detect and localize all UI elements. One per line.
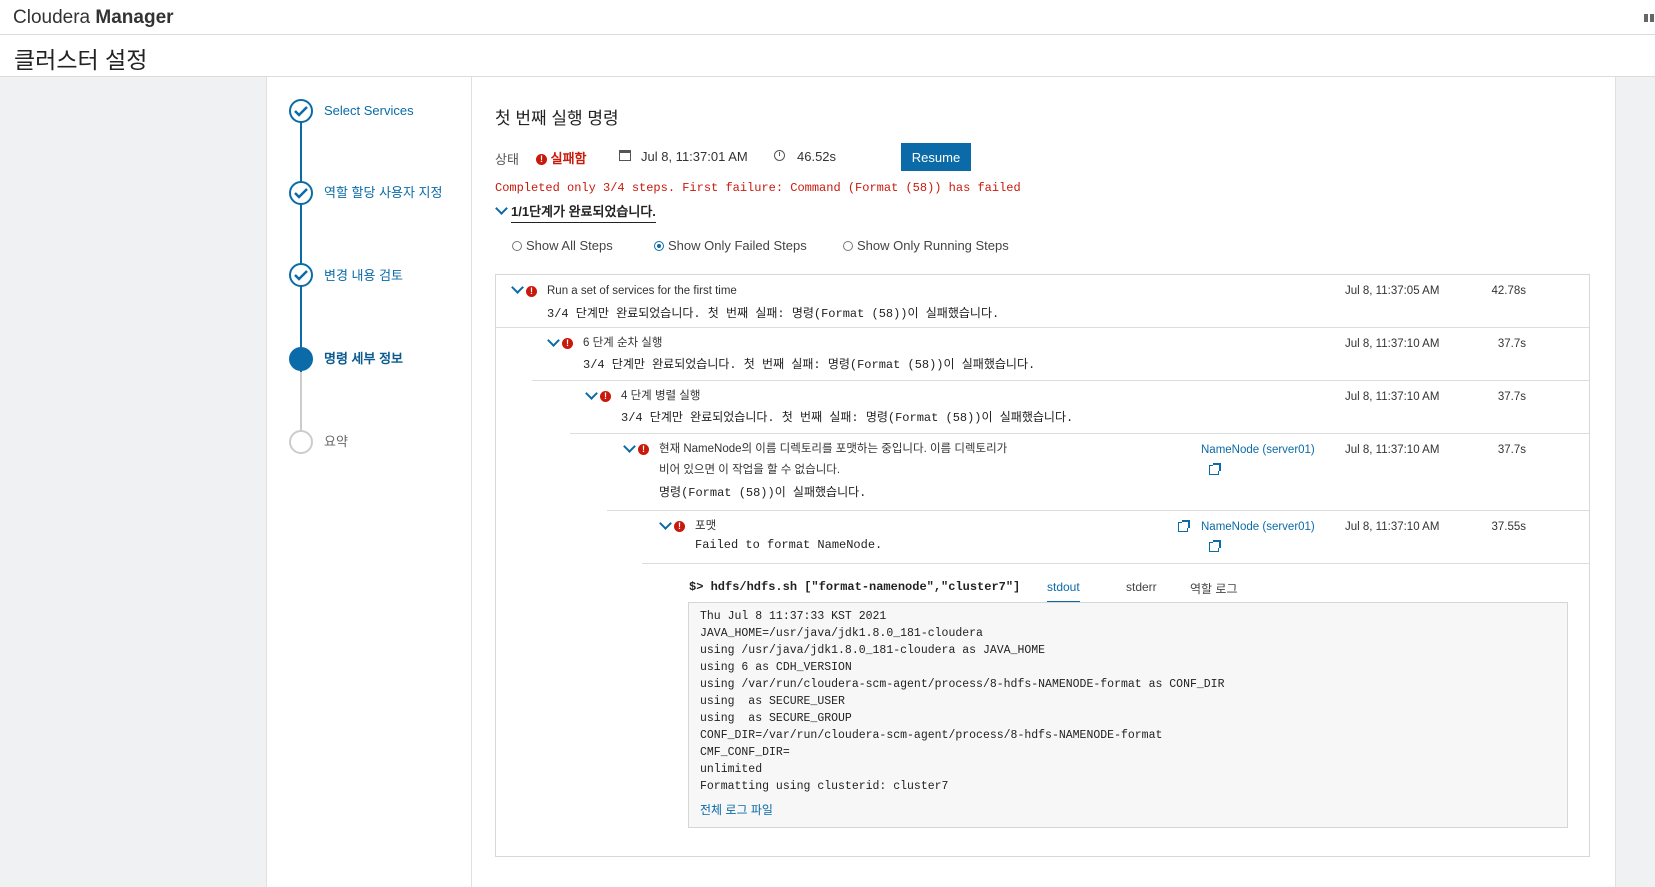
progress-line-pending (300, 372, 302, 434)
log-output: Thu Jul 8 11:37:33 KST 2021 JAVA_HOME=/u… (688, 602, 1568, 828)
chevron-down-icon (495, 202, 508, 215)
error-icon: ! (526, 286, 537, 297)
command-title: 첫 번째 실행 명령 (495, 109, 619, 128)
error-icon: ! (600, 391, 611, 402)
step-detail: 3/4 단계만 완료되었습니다. 첫 번째 실패: 명령(Format (58)… (621, 411, 1074, 425)
filter-running-steps[interactable]: Show Only Running Steps (843, 238, 1009, 253)
clock-icon (774, 150, 785, 161)
step-time: Jul 8, 11:37:10 AM (1345, 444, 1440, 456)
radio-button[interactable] (512, 241, 522, 251)
log-line: using /var/run/cloudera-scm-agent/proces… (700, 678, 1225, 691)
step-title: 6 단계 순차 실행 (583, 337, 663, 349)
command-line: $> hdfs/hdfs.sh ["format-namenode","clus… (689, 580, 1021, 594)
top-navbar: Cloudera Manager (0, 0, 1655, 35)
step-title: 4 단계 병렬 실행 (621, 390, 701, 402)
step-done-icon (289, 99, 313, 123)
log-line: CONF_DIR=/var/run/cloudera-scm-agent/pro… (700, 729, 1163, 742)
error-icon: ! (536, 154, 547, 166)
step-detail: 3/4 단계만 완료되었습니다. 첫 번째 실패: 명령(Format (58)… (547, 307, 1000, 321)
tab-stderr[interactable]: stderr (1126, 580, 1157, 594)
log-line: using /usr/java/jdk1.8.0_181-cloudera as… (700, 644, 1046, 657)
external-link-icon[interactable] (1178, 520, 1190, 532)
brand-logo[interactable]: Cloudera Manager (13, 7, 174, 29)
external-link-icon[interactable] (1209, 463, 1221, 475)
step-detail: 명령(Format (58))이 실패했습니다. (659, 486, 867, 500)
wizard-step-summary: 요약 (324, 434, 348, 449)
step-title: 현재 NameNode의 이름 디렉토리를 포맷하는 중입니다. 이름 디렉토리… (659, 443, 1008, 455)
tab-role-log[interactable]: 역할 로그 (1190, 580, 1238, 597)
full-log-link[interactable]: 전체 로그 파일 (700, 801, 773, 818)
log-line: using as SECURE_GROUP (700, 712, 852, 725)
log-line: using 6 as CDH_VERSION (700, 661, 852, 674)
wizard-sidebar: Select Services 역할 할당 사용자 지정 변경 내용 검토 명령… (266, 77, 472, 887)
calendar-icon (619, 150, 631, 161)
status-label: 상태 (495, 152, 519, 167)
error-icon: ! (562, 338, 573, 349)
step-title: Run a set of services for the first time (547, 285, 737, 297)
error-icon: ! (638, 444, 649, 455)
log-line: unlimited (700, 763, 763, 776)
wizard-step-select-services[interactable]: Select Services (324, 102, 454, 119)
divider (642, 563, 1589, 564)
radio-button-selected[interactable] (654, 241, 664, 251)
step-duration: 37.55s (1491, 521, 1526, 533)
step-row: ! 6 단계 순차 실행 3/4 단계만 완료되었습니다. 첫 번째 실패: 명… (496, 328, 1589, 379)
page-title: 클러스터 설정 (14, 47, 148, 73)
radio-button[interactable] (843, 241, 853, 251)
step-detail: 3/4 단계만 완료되었습니다. 첫 번째 실패: 명령(Format (58)… (583, 358, 1036, 372)
wizard-step-role-assignment[interactable]: 역할 할당 사용자 지정 (324, 184, 454, 201)
start-date: Jul 8, 11:37:01 AM (641, 149, 748, 164)
role-link[interactable]: NameNode (server01) (1201, 444, 1315, 456)
step-done-icon (289, 181, 313, 205)
wizard-step-review-changes[interactable]: 변경 내용 검토 (324, 267, 454, 284)
log-line: JAVA_HOME=/usr/java/jdk1.8.0_181-clouder… (700, 627, 983, 640)
steps-tree: ! Run a set of services for the first ti… (495, 274, 1590, 857)
step-row: ! Run a set of services for the first ti… (496, 275, 1589, 327)
gift-icon[interactable] (1643, 10, 1655, 22)
step-title: 포맷 (695, 520, 717, 532)
step-time: Jul 8, 11:37:10 AM (1345, 521, 1440, 533)
step-row: ! 포맷 Failed to format NameNode. NameNode… (496, 511, 1589, 567)
step-detail: Failed to format NameNode. (695, 538, 883, 552)
role-link[interactable]: NameNode (server01) (1201, 521, 1315, 533)
filter-failed-steps[interactable]: Show Only Failed Steps (654, 238, 807, 253)
step-duration: 37.7s (1497, 338, 1526, 350)
resume-button[interactable]: Resume (901, 143, 971, 171)
chevron-down-icon[interactable] (511, 281, 524, 294)
wizard-step-command-details: 명령 세부 정보 (324, 351, 403, 366)
chevron-down-icon[interactable] (585, 387, 598, 400)
step-row: ! 4 단계 병렬 실행 3/4 단계만 완료되었습니다. 첫 번째 실패: 명… (496, 381, 1589, 432)
step-duration: 42.78s (1491, 285, 1526, 297)
step-done-icon (289, 263, 313, 287)
page-header: 클러스터 설정 (0, 35, 1655, 77)
step-time: Jul 8, 11:37:05 AM (1345, 285, 1440, 297)
step-current-icon (289, 347, 313, 371)
log-line: CMF_CONF_DIR= (700, 746, 790, 759)
step-duration: 37.7s (1497, 444, 1526, 456)
status-value: ! 실패함 (536, 148, 587, 167)
chevron-down-icon[interactable] (623, 440, 636, 453)
chevron-down-icon[interactable] (547, 334, 560, 347)
filter-all-steps[interactable]: Show All Steps (512, 238, 613, 253)
step-time: Jul 8, 11:37:10 AM (1345, 391, 1440, 403)
duration: 46.52s (797, 149, 837, 164)
step-row: ! 현재 NameNode의 이름 디렉토리를 포맷하는 중입니다. 이름 디렉… (496, 434, 1589, 509)
failure-message: Completed only 3/4 steps. First failure:… (495, 181, 1021, 195)
main-content: 첫 번째 실행 명령 상태 ! 실패함 Jul 8, 11:37:01 AM 4… (472, 77, 1616, 887)
step-duration: 37.7s (1497, 391, 1526, 403)
log-line: using as SECURE_USER (700, 695, 845, 708)
step-pending-icon (289, 430, 313, 454)
tab-stdout[interactable]: stdout (1047, 580, 1080, 603)
step-time: Jul 8, 11:37:10 AM (1345, 338, 1440, 350)
log-line: Formatting using clusterid: cluster7 (700, 780, 949, 793)
chevron-down-icon[interactable] (659, 517, 672, 530)
external-link-icon[interactable] (1209, 540, 1221, 552)
log-line: Thu Jul 8 11:37:33 KST 2021 (700, 610, 887, 623)
step-title-continued: 비어 있으면 이 작업을 할 수 없습니다. (659, 464, 841, 476)
error-icon: ! (674, 521, 685, 532)
